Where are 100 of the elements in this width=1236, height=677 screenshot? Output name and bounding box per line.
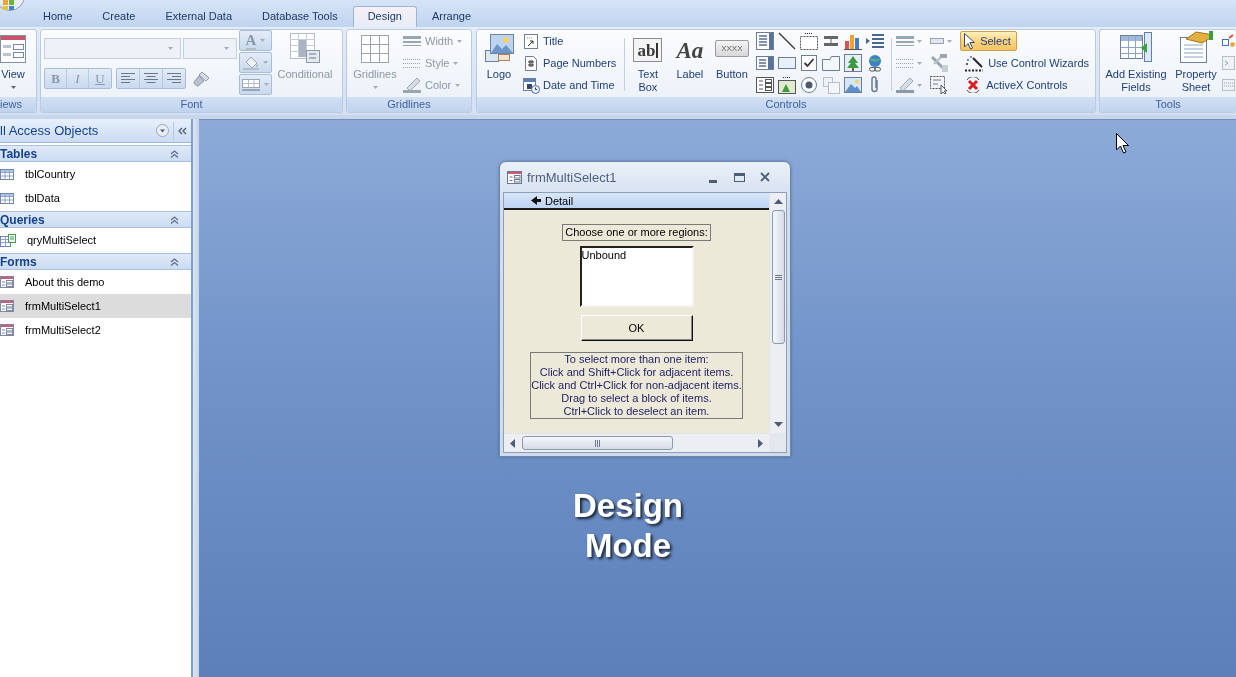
control-mode-button[interactable]: Select bbox=[960, 31, 1017, 51]
pen-icon[interactable] bbox=[403, 77, 421, 93]
tool-button[interactable]: Property Sheet bbox=[1172, 30, 1220, 97]
picture-icon[interactable] bbox=[484, 33, 514, 63]
title-page-icon[interactable] bbox=[524, 33, 538, 49]
bar-chart-icon[interactable] bbox=[843, 32, 862, 50]
form-label[interactable]: Choose one or more regions: bbox=[562, 224, 711, 241]
control-mode-button[interactable]: ActiveX Controls bbox=[960, 75, 1074, 95]
nav-item[interactable]: tblData bbox=[0, 186, 191, 210]
nav-item[interactable]: frmMultiSelect2 bbox=[0, 318, 191, 342]
picture-icon[interactable] bbox=[843, 77, 862, 93]
view-button[interactable]: View bbox=[0, 30, 26, 97]
nav-group-header[interactable]: Queries bbox=[0, 211, 191, 228]
shapes-icon[interactable] bbox=[1222, 34, 1235, 48]
nav-item[interactable]: qryMultiSelect bbox=[0, 228, 191, 252]
page-number-icon[interactable] bbox=[525, 55, 537, 71]
close-icon[interactable] bbox=[760, 172, 770, 182]
fill-color-button[interactable] bbox=[239, 52, 272, 73]
document-icon[interactable] bbox=[1178, 31, 1214, 63]
caret-icon bbox=[455, 83, 461, 87]
minimize-icon[interactable] bbox=[708, 180, 718, 183]
dropdown-icon[interactable] bbox=[156, 124, 169, 137]
header-footer-button[interactable]: Title bbox=[522, 30, 621, 52]
border-grid-icon[interactable] bbox=[242, 78, 260, 91]
grid-table-icon[interactable] bbox=[290, 33, 320, 63]
align-center-icon[interactable] bbox=[144, 73, 158, 84]
brush-icon[interactable] bbox=[192, 70, 210, 87]
scroll-right-icon[interactable] bbox=[758, 438, 763, 448]
scroll-left-icon[interactable] bbox=[510, 438, 515, 448]
line-weight-icon[interactable] bbox=[403, 35, 421, 47]
scrollbar-thumb[interactable] bbox=[771, 210, 785, 344]
caret-icon bbox=[372, 86, 378, 89]
gridline-style-button[interactable] bbox=[239, 74, 272, 95]
flat-rectangle-icon[interactable] bbox=[929, 38, 944, 44]
nav-group-header[interactable]: Forms bbox=[0, 253, 191, 270]
form-icon[interactable] bbox=[755, 77, 774, 93]
wand-icon[interactable] bbox=[964, 54, 985, 72]
dotted-panel-icon[interactable] bbox=[1222, 79, 1235, 91]
ribbon-tab[interactable]: Home bbox=[28, 6, 88, 27]
ribbon-tab[interactable]: Design bbox=[352, 6, 417, 27]
pointer-icon[interactable] bbox=[964, 32, 977, 50]
align-left-icon[interactable] bbox=[121, 73, 135, 84]
horizontal-scrollbar[interactable] bbox=[504, 433, 769, 452]
nav-item[interactable]: tblCountry bbox=[0, 162, 191, 186]
nav-group-header[interactable]: Tables bbox=[0, 145, 191, 162]
logo-button[interactable]: Logo bbox=[481, 30, 517, 97]
ribbon-tab[interactable]: Arrange bbox=[416, 6, 487, 27]
double-chevron-up-icon bbox=[170, 257, 179, 266]
instructions-text[interactable]: To select more than one item: Click and Shift+Click for adjacent items. Click and Ctrl+Click for non-adjacent items. Drag to select a block of items. Ctrl+Click to deselect an item. bbox=[530, 352, 743, 419]
form-view-icon[interactable] bbox=[0, 35, 26, 63]
header-footer-button[interactable]: Date and Time bbox=[522, 74, 621, 96]
scrollbar-thumb[interactable] bbox=[522, 436, 673, 450]
ribbon-tab[interactable]: Create bbox=[87, 6, 151, 27]
nav-item[interactable]: frmMultiSelect1 bbox=[0, 294, 191, 318]
calendar-clock-icon[interactable] bbox=[522, 76, 540, 94]
control-mode-button[interactable]: Use Control Wizards bbox=[960, 53, 1095, 73]
group-label: iews bbox=[0, 97, 36, 112]
caret-icon bbox=[916, 39, 922, 43]
ribbon-tab[interactable]: Database Tools bbox=[247, 6, 353, 27]
paint-bucket-icon[interactable] bbox=[243, 55, 259, 70]
scroll-down-icon[interactable] bbox=[773, 422, 783, 427]
caret-icon bbox=[946, 39, 952, 43]
radio-button-icon[interactable] bbox=[800, 77, 817, 93]
line-icon[interactable] bbox=[777, 32, 796, 50]
paperclip-icon[interactable] bbox=[869, 76, 880, 94]
control-button[interactable]: XXXX Button bbox=[711, 30, 752, 97]
control-button[interactable]: Aa Label bbox=[669, 30, 710, 97]
pen-icon[interactable] bbox=[895, 77, 914, 93]
frame-icon[interactable] bbox=[799, 32, 818, 50]
font-size-field[interactable] bbox=[183, 38, 237, 59]
tab-control-icon[interactable] bbox=[821, 55, 840, 71]
checkbox-icon[interactable] bbox=[800, 55, 817, 71]
window-title: frmMultiSelect1 bbox=[527, 169, 618, 185]
double-chevron-left-icon[interactable] bbox=[178, 126, 187, 135]
combo-box-icon[interactable] bbox=[755, 56, 774, 70]
caret-icon bbox=[916, 61, 922, 65]
navigation-pane-title[interactable]: ll Access Objects bbox=[0, 123, 99, 138]
maximize-icon[interactable] bbox=[733, 172, 745, 182]
header-footer-button[interactable]: Page Numbers bbox=[522, 52, 621, 74]
list-box-icon[interactable] bbox=[755, 32, 774, 50]
ok-button[interactable]: OK bbox=[580, 315, 693, 341]
rectangle-icon[interactable] bbox=[777, 57, 796, 69]
bound-frame-icon[interactable] bbox=[777, 76, 796, 94]
nav-item[interactable]: About this demo bbox=[0, 270, 191, 294]
app-logo-icon[interactable] bbox=[0, 0, 26, 11]
tool-button[interactable]: Add Existing Fields bbox=[1102, 30, 1170, 97]
scroll-up-icon[interactable] bbox=[773, 199, 783, 204]
section-bar[interactable]: Detail bbox=[504, 193, 769, 210]
dotted-lines-icon[interactable] bbox=[403, 57, 421, 69]
vertical-scrollbar[interactable] bbox=[769, 193, 786, 433]
list-box-field[interactable]: Unbound bbox=[579, 246, 694, 307]
control-button[interactable]: ab Text Box bbox=[627, 30, 668, 97]
line-thickness-icon[interactable] bbox=[895, 35, 914, 47]
image-frame-icon[interactable] bbox=[843, 54, 862, 72]
dashed-select-icon[interactable] bbox=[929, 76, 948, 94]
dotted-lines-icon[interactable] bbox=[895, 57, 914, 69]
field-list-icon[interactable] bbox=[1120, 31, 1152, 63]
ribbon-tab[interactable]: External Data bbox=[150, 6, 248, 27]
align-right-icon[interactable] bbox=[167, 73, 181, 84]
list-indent-icon[interactable] bbox=[865, 33, 884, 49]
